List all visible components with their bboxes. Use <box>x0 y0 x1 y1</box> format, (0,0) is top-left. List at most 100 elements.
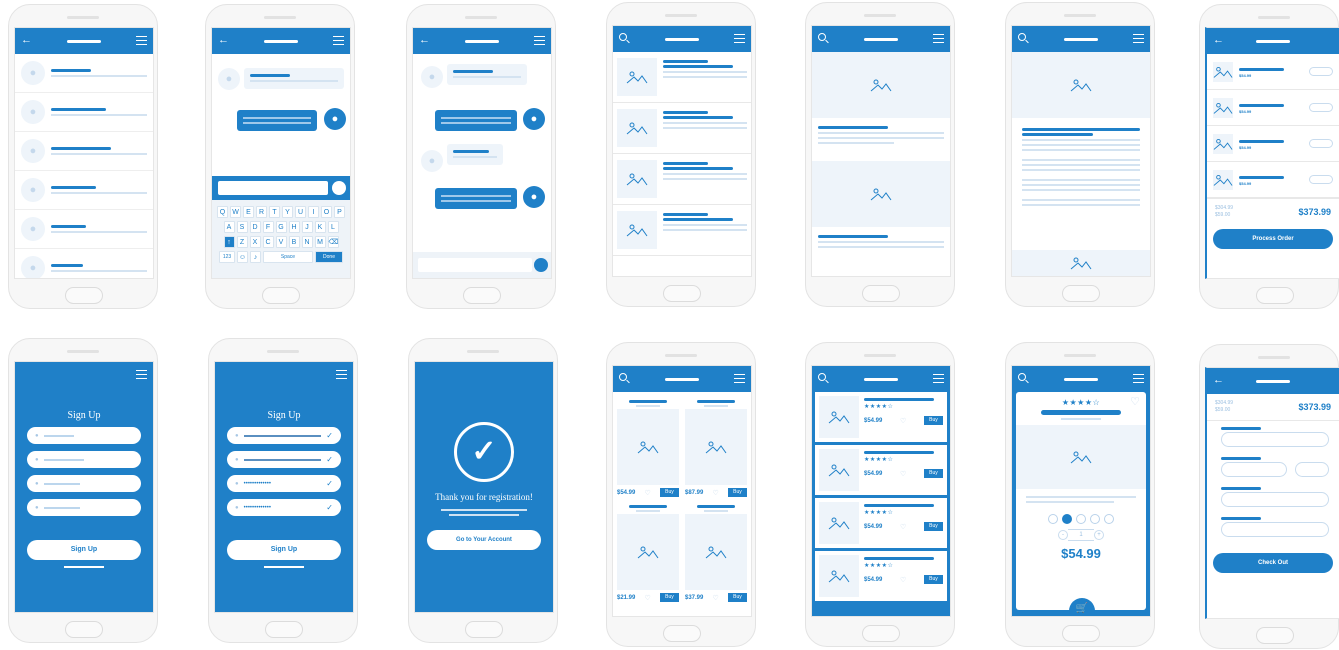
back-arrow-icon[interactable]: ← <box>419 35 430 46</box>
key[interactable]: E <box>243 206 254 218</box>
buy-button[interactable]: Buy <box>923 575 943 584</box>
color-option-selected[interactable] <box>1062 514 1072 524</box>
image-placeholder[interactable] <box>812 52 950 118</box>
menu-icon[interactable] <box>734 34 745 43</box>
key[interactable]: W <box>230 206 241 218</box>
buy-button[interactable]: Buy <box>727 488 747 497</box>
password-field[interactable]: ● ••••••••••••• ✓ <box>227 475 341 492</box>
login-link[interactable] <box>264 566 304 568</box>
product-item[interactable]: ★★★★☆ $54.99 ♡ Buy <box>815 551 947 601</box>
key[interactable]: P <box>334 206 345 218</box>
phone-field[interactable] <box>1221 492 1329 507</box>
menu-icon[interactable] <box>136 370 147 379</box>
key[interactable]: I <box>308 206 319 218</box>
buy-button[interactable]: Buy <box>923 469 943 478</box>
key[interactable]: L <box>327 221 339 233</box>
color-option[interactable] <box>1076 514 1086 524</box>
home-button[interactable] <box>1062 625 1100 642</box>
login-link[interactable] <box>64 566 104 568</box>
key[interactable]: J <box>301 221 313 233</box>
key[interactable]: B <box>288 236 300 248</box>
key[interactable]: X <box>249 236 261 248</box>
emoji-key[interactable]: ☺ <box>237 251 248 263</box>
back-arrow-icon[interactable]: ← <box>1213 375 1224 386</box>
backspace-key[interactable]: ⌫ <box>327 236 339 248</box>
buy-button[interactable]: Buy <box>923 416 943 425</box>
search-icon[interactable] <box>818 373 826 381</box>
home-button[interactable] <box>862 285 900 302</box>
home-button[interactable] <box>663 285 701 302</box>
home-button[interactable] <box>1256 627 1294 644</box>
key[interactable]: M <box>314 236 326 248</box>
search-icon[interactable] <box>1018 373 1026 381</box>
key[interactable]: Q <box>217 206 228 218</box>
contact-row[interactable]: ● <box>15 171 153 210</box>
quantity-value[interactable]: 1 <box>1068 529 1094 541</box>
confirm-password-field[interactable]: ● ••••••••••••• ✓ <box>227 499 341 516</box>
city-field[interactable] <box>1221 462 1287 477</box>
cart-item[interactable]: $54.99 <box>1207 162 1339 198</box>
key[interactable]: T <box>269 206 280 218</box>
menu-icon[interactable] <box>336 370 347 379</box>
image-placeholder[interactable] <box>1012 250 1150 276</box>
email-field[interactable]: ● ✓ <box>227 451 341 468</box>
article-item[interactable] <box>613 205 751 256</box>
numbers-key[interactable]: 123 <box>219 251 235 263</box>
quantity-stepper[interactable] <box>1309 103 1333 112</box>
shift-key[interactable]: ↑ <box>223 236 235 248</box>
buy-button[interactable]: Buy <box>727 593 747 602</box>
message-input[interactable] <box>418 258 532 272</box>
home-button[interactable] <box>663 625 701 642</box>
favorite-heart-icon[interactable]: ♡ <box>900 523 906 531</box>
message-input[interactable] <box>218 181 328 195</box>
send-icon[interactable] <box>534 258 548 272</box>
key[interactable]: U <box>295 206 306 218</box>
image-placeholder[interactable] <box>812 161 950 227</box>
product-card[interactable]: $37.99 ♡ Buy <box>685 503 747 602</box>
key[interactable]: S <box>236 221 248 233</box>
home-button[interactable] <box>463 287 501 304</box>
buy-button[interactable]: Buy <box>659 593 679 602</box>
key[interactable]: O <box>321 206 332 218</box>
signup-button[interactable]: Sign Up <box>27 540 141 560</box>
send-icon[interactable] <box>332 181 346 195</box>
menu-icon[interactable] <box>333 36 344 45</box>
email-field[interactable]: ● <box>27 451 141 468</box>
go-to-account-button[interactable]: Go to Your Account <box>427 530 541 550</box>
search-icon[interactable] <box>1018 33 1026 41</box>
contact-row[interactable]: ● <box>15 210 153 249</box>
card-field[interactable] <box>1221 522 1329 537</box>
article-item[interactable] <box>613 52 751 103</box>
color-option[interactable] <box>1090 514 1100 524</box>
cart-item[interactable]: $54.99 <box>1207 54 1339 90</box>
contact-row[interactable]: ● <box>15 54 153 93</box>
menu-icon[interactable] <box>1133 34 1144 43</box>
zip-field[interactable] <box>1295 462 1329 477</box>
product-card[interactable]: $21.99 ♡ Buy <box>617 503 679 602</box>
done-key[interactable]: Done <box>315 251 343 263</box>
back-arrow-icon[interactable]: ← <box>1213 35 1224 46</box>
key[interactable]: D <box>249 221 261 233</box>
home-button[interactable] <box>265 621 303 638</box>
color-option[interactable] <box>1104 514 1114 524</box>
back-arrow-icon[interactable]: ← <box>218 35 229 46</box>
home-button[interactable] <box>465 621 503 638</box>
quantity-minus[interactable]: - <box>1058 530 1068 540</box>
quantity-stepper[interactable] <box>1309 175 1333 184</box>
product-item[interactable]: ★★★★☆ $54.99 ♡ Buy <box>815 445 947 495</box>
menu-icon[interactable] <box>1133 374 1144 383</box>
favorite-heart-icon[interactable]: ♡ <box>645 594 651 602</box>
quantity-stepper[interactable] <box>1309 67 1333 76</box>
process-order-button[interactable]: Process Order <box>1213 229 1333 249</box>
buy-button[interactable]: Buy <box>923 522 943 531</box>
product-image[interactable] <box>1016 425 1146 489</box>
home-button[interactable] <box>262 287 300 304</box>
cart-icon[interactable]: 🛒 <box>1069 598 1095 616</box>
password-field[interactable]: ● <box>27 475 141 492</box>
key[interactable]: R <box>256 206 267 218</box>
menu-icon[interactable] <box>933 34 944 43</box>
signup-button[interactable]: Sign Up <box>227 540 341 560</box>
product-item[interactable]: ★★★★☆ $54.99 ♡ Buy <box>815 392 947 442</box>
favorite-heart-icon[interactable]: ♡ <box>713 594 719 602</box>
contact-row[interactable]: ● <box>15 132 153 171</box>
